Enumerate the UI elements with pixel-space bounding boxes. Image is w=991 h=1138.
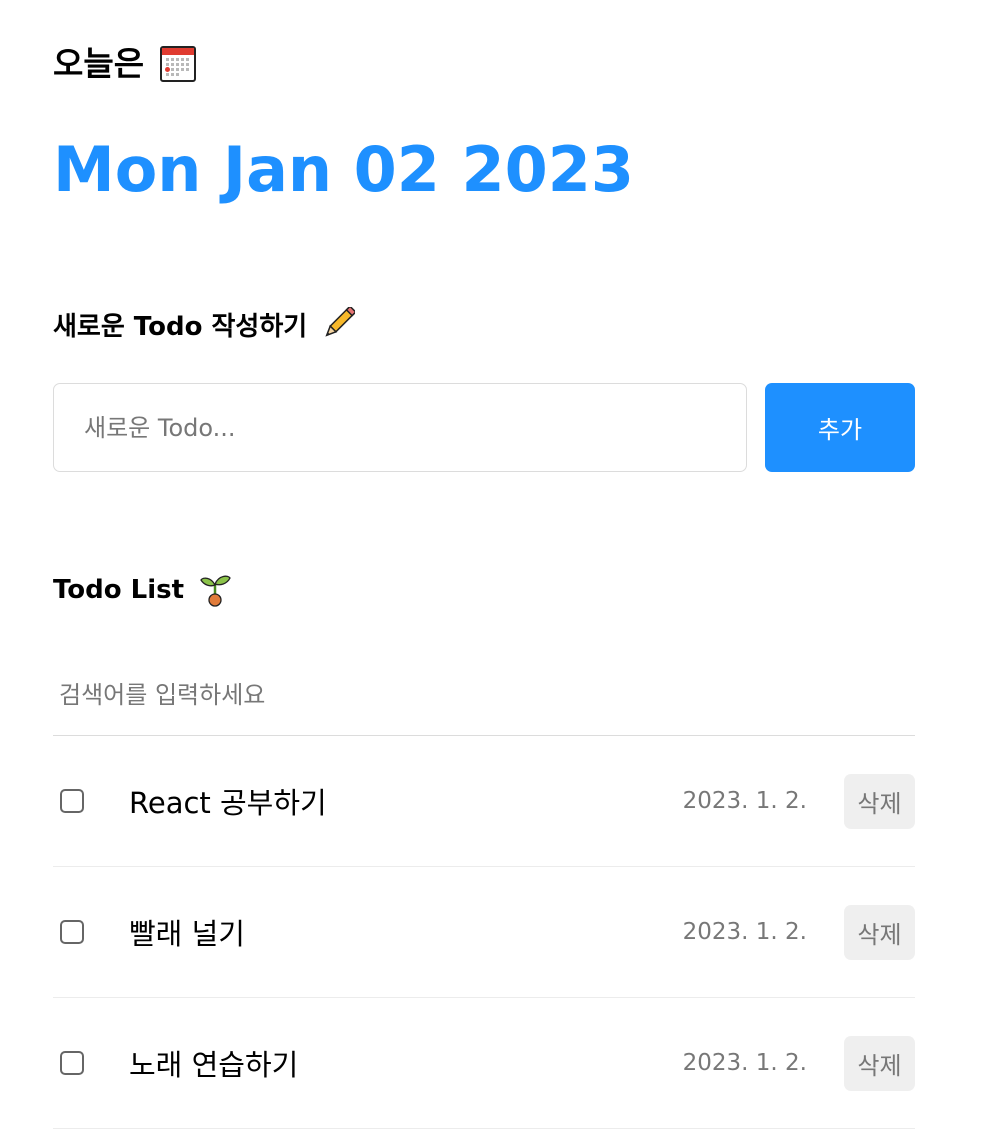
delete-button[interactable]: 삭제 [844, 1035, 915, 1091]
today-label: 오늘은 [53, 44, 145, 83]
delete-button[interactable]: 삭제 [844, 904, 915, 960]
todo-checkbox[interactable] [60, 789, 84, 813]
todo-item: 빨래 널기 2023. 1. 2. 삭제 [53, 867, 915, 998]
today-date: Mon Jan 02 2023 [53, 133, 635, 206]
todo-content: React 공부하기 [129, 786, 327, 820]
list-title: Todo List [53, 570, 232, 610]
todo-list: React 공부하기 2023. 1. 2. 삭제 빨래 널기 2023. 1.… [53, 736, 915, 1129]
todo-date: 2023. 1. 2. [682, 1050, 807, 1076]
todo-item: 노래 연습하기 2023. 1. 2. 삭제 [53, 998, 915, 1129]
new-todo-input[interactable] [53, 383, 747, 472]
delete-button[interactable]: 삭제 [844, 773, 915, 829]
today-header: 오늘은 [53, 40, 197, 88]
add-button[interactable]: 추가 [765, 383, 915, 472]
editor-title-text: 새로운 Todo 작성하기 [53, 311, 308, 342]
sprout-icon [198, 573, 232, 607]
pencil-icon [321, 305, 357, 341]
todo-checkbox[interactable] [60, 1051, 84, 1075]
list-title-text: Todo List [53, 575, 185, 605]
todo-content: 빨래 널기 [129, 917, 245, 951]
todo-date: 2023. 1. 2. [682, 788, 807, 814]
search-input[interactable] [53, 655, 915, 736]
todo-checkbox[interactable] [60, 920, 84, 944]
todo-date: 2023. 1. 2. [682, 919, 807, 945]
editor-title: 새로운 Todo 작성하기 [53, 304, 357, 344]
todo-item: React 공부하기 2023. 1. 2. 삭제 [53, 736, 915, 867]
todo-content: 노래 연습하기 [129, 1048, 299, 1082]
calendar-icon [160, 46, 197, 82]
